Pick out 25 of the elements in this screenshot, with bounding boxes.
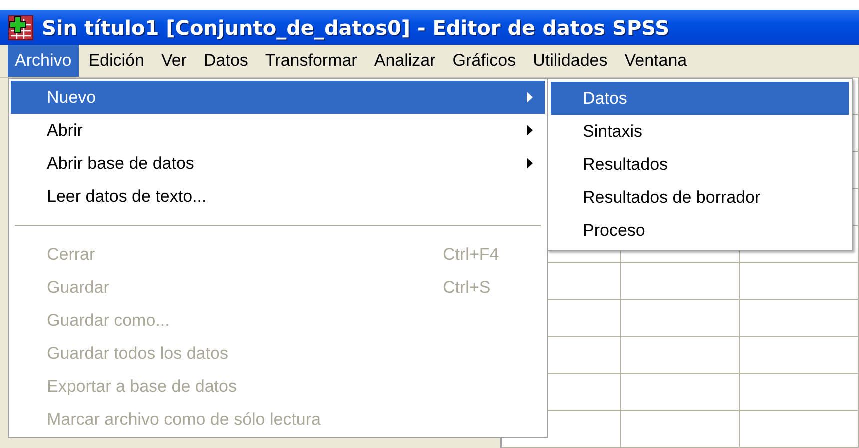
menu-bar-item[interactable]: Ver <box>154 45 194 77</box>
menu-bar-item[interactable]: Datos <box>196 45 256 77</box>
menu-item[interactable]: Proceso <box>551 214 849 247</box>
menu-bar-item[interactable]: Edición <box>82 45 152 77</box>
menu-bar-item[interactable]: Utilidades <box>526 45 615 77</box>
menu-item[interactable]: Sintaxis <box>551 115 849 148</box>
menu-bar-item[interactable]: Analizar <box>367 45 443 77</box>
shortcut-text: Ctrl+F4 <box>443 244 500 264</box>
shortcut-text: Ctrl+S <box>443 278 491 298</box>
menu-item[interactable]: Resultados <box>551 148 849 181</box>
menu-bar-item[interactable]: Transformar <box>258 45 364 77</box>
menu-item[interactable]: Abrir <box>11 114 545 147</box>
menu-item[interactable]: Resultados de borrador <box>551 181 849 214</box>
submenu-arrow-icon <box>527 125 533 136</box>
menu-bar-item[interactable]: Archivo <box>8 45 79 77</box>
menu-item[interactable]: Datos <box>551 82 849 115</box>
submenu-arrow-icon <box>527 158 533 169</box>
menu-item[interactable]: Nuevo <box>11 81 545 114</box>
submenu-arrow-icon <box>527 92 533 103</box>
menu-bar-item[interactable]: Gráficos <box>446 45 524 77</box>
spreadsheet-icon <box>8 14 34 40</box>
menu-item[interactable]: Abrir base de datos <box>11 147 545 180</box>
menu-item[interactable]: Leer datos de texto... <box>11 180 545 213</box>
window-title: Sin título1 [Conjunto_de_datos0] - Editor de datos SPSS <box>42 16 670 40</box>
menu-bar-item[interactable]: Ventana <box>618 45 694 77</box>
